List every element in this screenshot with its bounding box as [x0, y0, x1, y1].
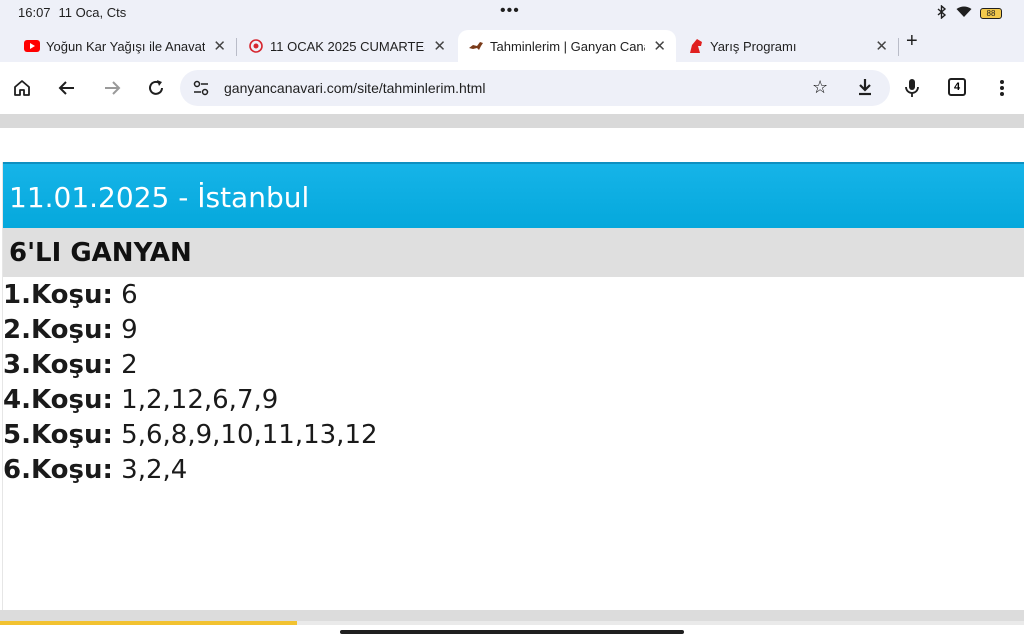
tab-title: Yoğun Kar Yağışı ile Anavata	[46, 38, 206, 54]
race-label: 5.Koşu:	[3, 420, 113, 450]
status-left: 16:07 11 Oca, Cts	[18, 5, 126, 20]
race-label: 6.Koşu:	[3, 455, 113, 485]
address-bar[interactable]: ganyancanavari.com/site/tahminlerim.html…	[180, 70, 890, 106]
page-title: 11.01.2025 - İstanbul	[9, 181, 310, 214]
race-picks: 9	[121, 315, 138, 345]
forward-arrow-icon[interactable]	[100, 76, 124, 100]
race-row: 4.Koşu: 1,2,12,6,7,9	[3, 383, 1024, 418]
tab-separator	[236, 38, 237, 56]
race-picks: 1,2,12,6,7,9	[121, 385, 279, 415]
race-row: 2.Koşu: 9	[3, 313, 1024, 348]
close-icon[interactable]: ✕	[433, 37, 446, 55]
bookmark-star-icon[interactable]: ☆	[812, 77, 828, 98]
close-icon[interactable]: ✕	[653, 37, 666, 55]
race-label: 1.Koşu:	[3, 280, 113, 310]
status-date: 11 Oca, Cts	[58, 5, 127, 20]
url-text[interactable]: ganyancanavari.com/site/tahminlerim.html	[224, 80, 485, 96]
tab-yaris-programi[interactable]: Yarış Programı ✕	[678, 30, 898, 62]
window-menu-dots[interactable]: •••	[500, 2, 520, 20]
bet-type-bar: 6'LI GANYAN	[3, 228, 1024, 277]
bluetooth-icon	[936, 4, 948, 22]
race-label: 4.Koşu:	[3, 385, 113, 415]
race-label: 2.Koşu:	[3, 315, 113, 345]
tab-tjk-program[interactable]: 11 OCAK 2025 CUMARTESİ İ ✕	[238, 30, 456, 62]
race-row: 3.Koşu: 2	[3, 348, 1024, 383]
race-row: 5.Koşu: 5,6,8,9,10,11,13,12	[3, 418, 1024, 453]
new-tab-button[interactable]: +	[906, 30, 918, 53]
card-header: 11.01.2025 - İstanbul	[3, 162, 1024, 228]
status-time: 16:07	[18, 5, 51, 20]
wifi-icon	[956, 6, 972, 21]
microphone-icon[interactable]	[900, 76, 924, 100]
race-picks: 3,2,4	[121, 455, 188, 485]
race-row: 1.Koşu: 6	[3, 278, 1024, 313]
race-list: 1.Koşu: 6 2.Koşu: 9 3.Koşu: 2 4.Koşu: 1,…	[3, 278, 1024, 488]
status-right: 88	[936, 4, 1002, 22]
close-icon[interactable]: ✕	[875, 37, 888, 55]
reload-icon[interactable]	[144, 76, 168, 100]
bet-type-label: 6'LI GANYAN	[9, 238, 192, 268]
page-top-strip	[0, 114, 1024, 128]
tab-separator	[898, 38, 899, 56]
browser-toolbar: ganyancanavari.com/site/tahminlerim.html…	[0, 62, 1024, 114]
race-row: 6.Koşu: 3,2,4	[3, 453, 1024, 488]
tab-title: Yarış Programı	[710, 38, 797, 54]
red-horse-icon	[688, 38, 704, 54]
page-gap	[0, 128, 1024, 162]
home-icon[interactable]	[10, 76, 34, 100]
download-icon[interactable]	[856, 77, 874, 102]
more-menu-icon[interactable]	[990, 76, 1014, 100]
tab-title: 11 OCAK 2025 CUMARTESİ İ	[270, 38, 425, 54]
prediction-card: 11.01.2025 - İstanbul 6'LI GANYAN 1.Koşu…	[2, 162, 1024, 610]
race-picks: 5,6,8,9,10,11,13,12	[121, 420, 378, 450]
race-label: 3.Koşu:	[3, 350, 113, 380]
youtube-icon	[24, 38, 40, 54]
site-settings-icon[interactable]	[192, 79, 210, 102]
race-picks: 6	[121, 280, 138, 310]
back-arrow-icon[interactable]	[55, 76, 79, 100]
close-icon[interactable]: ✕	[213, 37, 226, 55]
system-nav-area	[0, 625, 1024, 640]
race-picks: 2	[121, 350, 138, 380]
tab-tahminlerim[interactable]: Tahminlerim | Ganyan Canav ✕	[458, 30, 676, 62]
system-status-bar: 16:07 11 Oca, Cts ••• 88	[0, 0, 1024, 26]
tab-youtube[interactable]: Yoğun Kar Yağışı ile Anavata ✕	[14, 30, 236, 62]
horse-icon	[468, 38, 484, 54]
battery-icon: 88	[980, 8, 1002, 19]
tab-strip: Yoğun Kar Yağışı ile Anavata ✕ 11 OCAK 2…	[0, 26, 1024, 62]
gesture-handle[interactable]	[340, 630, 684, 634]
tab-title: Tahminlerim | Ganyan Canav	[490, 38, 646, 54]
tab-switcher-button[interactable]: 4	[948, 78, 966, 96]
tjk-icon	[248, 38, 264, 54]
